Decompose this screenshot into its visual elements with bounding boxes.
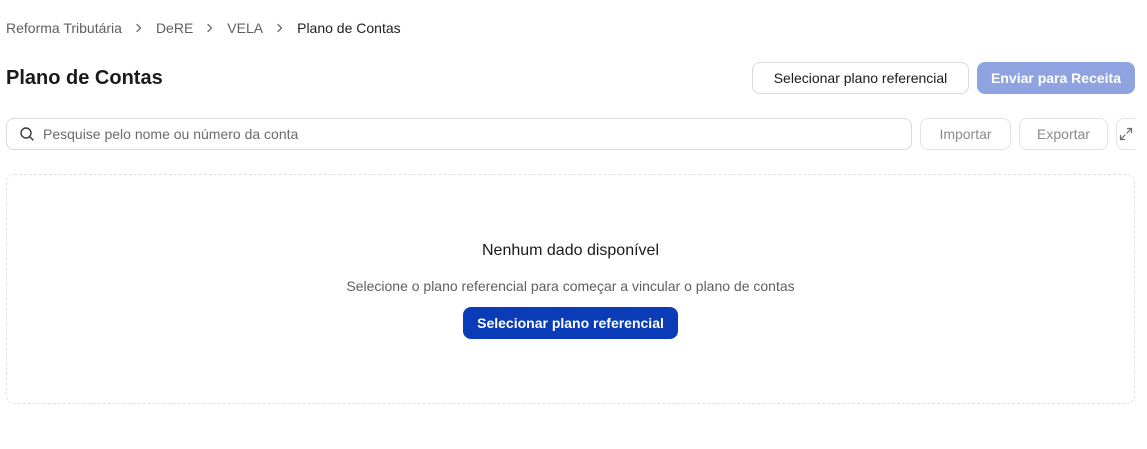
breadcrumb-item-current: Plano de Contas — [297, 20, 401, 36]
send-to-receita-button[interactable]: Enviar para Receita — [977, 62, 1135, 94]
breadcrumb-item-vela[interactable]: VELA — [227, 20, 263, 36]
breadcrumb-item-dere[interactable]: DeRE — [156, 20, 193, 36]
empty-state-title: Nenhum dado disponível — [481, 242, 659, 259]
expand-icon — [1119, 127, 1133, 141]
chevron-right-icon — [193, 23, 227, 33]
empty-state-description: Selecione o plano referencial para começ… — [346, 278, 795, 294]
chevron-right-icon — [122, 23, 156, 33]
empty-state-select-plan-button[interactable]: Selecionar plano referencial — [463, 307, 678, 339]
select-plan-button[interactable]: Selecionar plano referencial — [752, 62, 969, 94]
expand-button[interactable] — [1116, 118, 1135, 150]
breadcrumb-item-reforma-tributaria[interactable]: Reforma Tributária — [6, 20, 122, 36]
breadcrumb: Reforma Tributária DeRE VELA Plano de Co… — [6, 19, 401, 37]
import-button[interactable]: Importar — [920, 118, 1011, 150]
page: Reforma Tributária DeRE VELA Plano de Co… — [0, 0, 1147, 449]
search-box — [6, 118, 912, 150]
empty-state-panel: Nenhum dado disponível Selecione o plano… — [6, 174, 1135, 404]
chevron-right-icon — [263, 23, 297, 33]
export-button[interactable]: Exportar — [1019, 118, 1108, 150]
page-title: Plano de Contas — [6, 67, 163, 89]
search-input[interactable] — [43, 119, 911, 149]
search-icon — [19, 126, 35, 142]
